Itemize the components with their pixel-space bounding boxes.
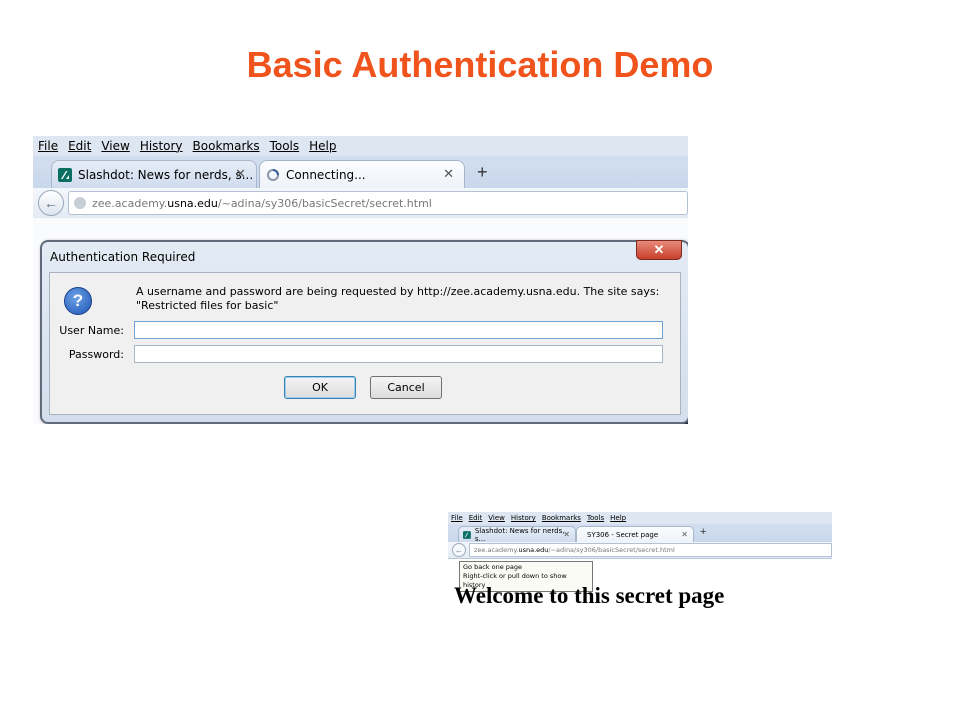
username-field[interactable] xyxy=(134,321,663,339)
menu-help[interactable]: Help xyxy=(309,139,336,153)
dialog-title: Authentication Required xyxy=(50,250,196,264)
menu-tools[interactable]: Tools xyxy=(270,139,300,153)
tab-label: Slashdot: News for nerds, s... xyxy=(474,526,565,543)
back-arrow-icon[interactable]: ← xyxy=(38,190,64,216)
url-bar[interactable]: zee.academy. usna.edu/~adina/sy306/basicS… xyxy=(469,543,832,557)
url-prefix: zee.academy. xyxy=(92,196,168,210)
tab-bar: Slashdot: News for nerds, s... ✕ Connect… xyxy=(33,156,688,188)
dialog-body: ? A username and password are being requ… xyxy=(49,272,681,415)
tooltip-line-1: Go back one page xyxy=(463,563,522,571)
close-tab-icon[interactable]: ✕ xyxy=(443,167,454,182)
tab-label: Slashdot: News for nerds, s... xyxy=(78,167,254,182)
nav-bar: ← zee.academy. usna.edu/~adina/sy306/basi… xyxy=(448,542,832,559)
url-path: /~adina/sy306/basicSecret/secret.html xyxy=(217,196,432,210)
browser-screenshot-auth: File Edit View History Bookmarks Tools H… xyxy=(33,136,688,424)
message-line-2: "Restricted files for basic" xyxy=(136,299,279,312)
menu-bookmarks[interactable]: Bookmarks xyxy=(193,139,260,153)
menu-help[interactable]: Help xyxy=(610,514,626,522)
url-path: /~adina/sy306/basicSecret/secret.html xyxy=(548,546,675,554)
secret-page-heading: Welcome to this secret page xyxy=(454,583,725,608)
username-label: User Name: xyxy=(59,324,124,337)
auth-dialog: Authentication Required ✕ ? A username a… xyxy=(40,240,688,424)
ok-button[interactable]: OK xyxy=(284,376,356,399)
tab-connecting[interactable]: Connecting... ✕ xyxy=(259,160,465,188)
new-tab-icon[interactable]: + xyxy=(477,162,488,183)
slide-title: Basic Authentication Demo xyxy=(246,44,714,85)
slashdot-favicon xyxy=(58,167,72,182)
nav-bar: ← zee.academy. usna.edu/~adina/sy306/basi… xyxy=(33,188,688,219)
close-tab-icon[interactable]: ✕ xyxy=(681,530,688,539)
message-line-1: A username and password are being reques… xyxy=(136,285,660,298)
password-field[interactable] xyxy=(134,345,663,363)
tab-label: Connecting... xyxy=(286,167,366,182)
browser-screenshot-secret: File Edit View History Bookmarks Tools H… xyxy=(448,512,832,592)
menu-history[interactable]: History xyxy=(140,139,183,153)
close-tab-icon[interactable]: ✕ xyxy=(563,530,570,539)
menu-edit[interactable]: Edit xyxy=(68,139,91,153)
loading-spinner-icon xyxy=(267,168,279,181)
question-icon: ? xyxy=(64,287,92,315)
back-arrow-icon[interactable]: ← xyxy=(452,543,466,557)
menu-bar: File Edit View History Bookmarks Tools H… xyxy=(448,512,832,524)
tab-label: SY306 - Secret page xyxy=(587,530,659,539)
menu-bar: File Edit View History Bookmarks Tools H… xyxy=(33,136,688,156)
menu-view[interactable]: View xyxy=(488,514,505,522)
close-tab-icon[interactable]: ✕ xyxy=(235,167,246,182)
tab-slashdot[interactable]: Slashdot: News for nerds, s... ✕ xyxy=(51,160,257,188)
close-icon[interactable]: ✕ xyxy=(636,240,682,260)
url-domain: usna.edu xyxy=(167,196,218,210)
menu-file[interactable]: File xyxy=(38,139,58,153)
url-domain: usna.edu xyxy=(518,546,549,554)
menu-edit[interactable]: Edit xyxy=(469,514,483,522)
new-tab-icon[interactable]: + xyxy=(700,526,706,538)
dialog-message: A username and password are being reques… xyxy=(136,285,666,313)
menu-bookmarks[interactable]: Bookmarks xyxy=(542,514,581,522)
menu-history[interactable]: History xyxy=(511,514,536,522)
menu-file[interactable]: File xyxy=(451,514,463,522)
tab-secret-page[interactable]: SY306 - Secret page ✕ xyxy=(576,526,694,542)
password-label: Password: xyxy=(68,348,124,361)
tab-bar: Slashdot: News for nerds, s... ✕ SY306 -… xyxy=(448,524,832,543)
slashdot-favicon xyxy=(463,530,471,539)
cancel-button[interactable]: Cancel xyxy=(370,376,442,399)
menu-tools[interactable]: Tools xyxy=(587,514,604,522)
tab-slashdot[interactable]: Slashdot: News for nerds, s... ✕ xyxy=(458,526,576,543)
url-bar[interactable]: zee.academy. usna.edu/~adina/sy306/basicS… xyxy=(68,191,688,215)
globe-icon xyxy=(74,197,86,209)
menu-view[interactable]: View xyxy=(101,139,129,153)
url-prefix: zee.academy. xyxy=(474,546,519,554)
